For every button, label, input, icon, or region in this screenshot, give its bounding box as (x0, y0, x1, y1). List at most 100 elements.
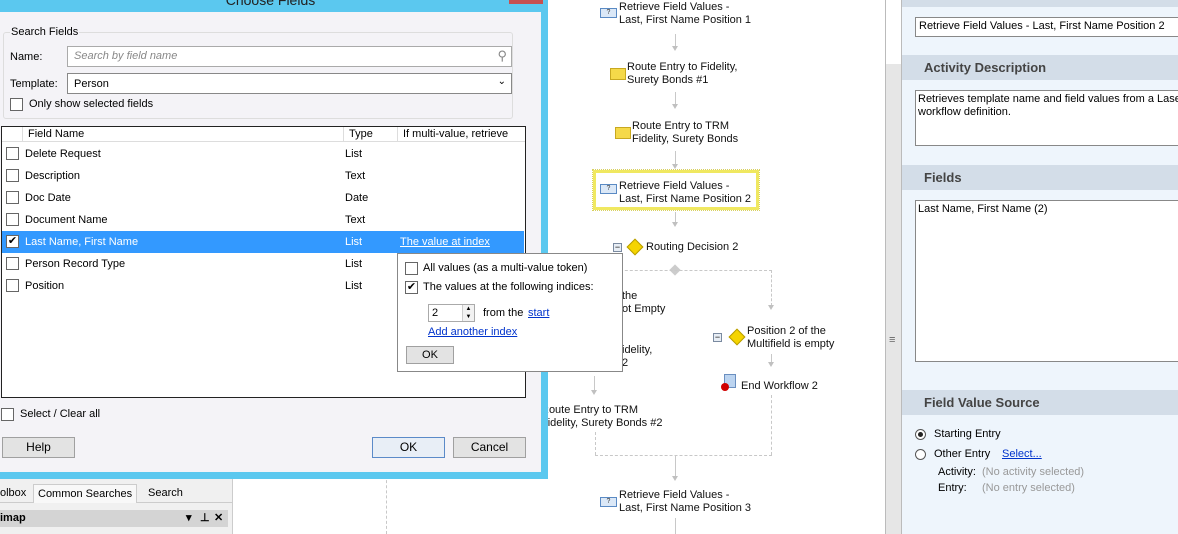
search-input[interactable]: Search by field name ⚲ (67, 46, 512, 67)
close-icon[interactable]: ✕ (214, 510, 223, 527)
collapse-icon[interactable]: − (613, 243, 622, 252)
table-row[interactable]: Description Text (2, 165, 524, 187)
help-button[interactable]: Help (2, 437, 75, 458)
field-name: Doc Date (25, 192, 71, 204)
select-link[interactable]: Select... (1002, 448, 1042, 460)
collapse-icon[interactable]: − (713, 333, 722, 342)
field-type: List (345, 280, 363, 292)
properties-panel: Retrieve Field Values - Last, First Name… (902, 0, 1178, 534)
folder-icon (615, 127, 631, 139)
table-row[interactable]: Document Name Text (2, 209, 524, 231)
add-index-link[interactable]: Add another index (428, 326, 517, 338)
branch-label[interactable]: the ot Empty (622, 290, 665, 316)
indices-checkbox[interactable]: ✔ (405, 281, 418, 294)
dropdown-icon[interactable]: ▾ (186, 510, 192, 527)
tab-search[interactable]: Search (148, 487, 183, 499)
row-checkbox[interactable] (6, 257, 19, 270)
row-checkbox[interactable] (6, 213, 19, 226)
table-row[interactable]: Doc Date Date (2, 187, 524, 209)
branch-node[interactable]: idelity, 2 (622, 344, 652, 370)
section-header: Fields (902, 165, 1178, 190)
panel-title: imap (0, 512, 26, 524)
row-checkbox[interactable]: ✔ (6, 235, 19, 248)
index-stepper[interactable]: 2 ▲ ▼ (428, 304, 475, 322)
entry-value: (No entry selected) (982, 482, 1075, 494)
row-checkbox[interactable] (6, 279, 19, 292)
starting-entry-radio[interactable] (915, 429, 926, 440)
all-values-label: All values (as a multi-value token) (423, 262, 588, 274)
field-name: Person Record Type (25, 258, 126, 270)
activity-node[interactable]: Route Entry to TRM Fidelity, Surety Bonds (632, 120, 738, 146)
field-type: Text (345, 170, 366, 182)
close-button[interactable] (509, 0, 543, 4)
select-all-label: Select / Clear all (20, 408, 101, 420)
only-selected-label: Only show selected fields (29, 98, 154, 110)
activity-node[interactable]: Route Entry to TRM Fidelity, Surety Bonds… (541, 404, 662, 430)
only-selected-checkbox[interactable] (10, 98, 23, 111)
other-entry-label[interactable]: Other Entry (934, 448, 990, 460)
choose-fields-dialog: Choose Fields Search Fields Name: Search… (0, 0, 548, 479)
start-link[interactable]: start (528, 307, 549, 319)
row-checkbox[interactable] (6, 169, 19, 182)
indices-label: The values at the following indices: (423, 281, 594, 293)
activity-node[interactable]: Route Entry to Fidelity, Surety Bonds #1 (627, 61, 737, 87)
field-name: Last Name, First Name (25, 236, 139, 248)
select-all-checkbox[interactable] (1, 408, 14, 421)
grip-icon[interactable]: ≡ (889, 334, 895, 346)
row-checkbox[interactable] (6, 191, 19, 204)
popup-ok-button[interactable]: OK (406, 346, 454, 364)
table-header: Field Name Type If multi-value, retrieve (2, 127, 525, 142)
field-type: Text (345, 214, 366, 226)
template-select[interactable]: Person ⌄ (67, 73, 512, 94)
selected-activity-label: Retrieve Field Values - Last, First Name … (619, 180, 752, 205)
table-row[interactable]: Delete Request List (2, 143, 524, 165)
section-header: Field Value Source (902, 390, 1178, 415)
fields-list[interactable]: Last Name, First Name (2) (915, 200, 1178, 362)
field-name: Delete Request (25, 148, 101, 160)
group-label: Search Fields (10, 26, 80, 38)
from-the-label: from the (483, 307, 524, 319)
field-type: List (345, 258, 363, 270)
tab-toolbox[interactable]: olbox (0, 487, 26, 499)
spin-buttons-icon[interactable]: ▲ ▼ (462, 305, 474, 321)
field-type: Date (345, 192, 369, 204)
activity-value: (No activity selected) (982, 466, 1085, 478)
entry-label: Entry: (938, 482, 967, 494)
name-label: Name: (10, 51, 43, 63)
field-type: List (345, 148, 363, 160)
splitter[interactable]: ≡ (885, 0, 902, 534)
activity-name-input[interactable]: Retrieve Field Values - Last, First Name… (915, 17, 1178, 37)
field-name: Document Name (25, 214, 108, 226)
retrieve-field-values-icon: ? (600, 8, 617, 18)
branch-label[interactable]: Position 2 of the Multifield is empty (747, 325, 834, 351)
all-values-checkbox[interactable] (405, 262, 418, 275)
dialog-title: Choose Fields (225, 0, 316, 8)
activity-label: Activity: (938, 466, 976, 478)
retrieve-field-values-icon: ? (600, 184, 617, 194)
table-row[interactable]: ✔ Last Name, First Name List The value a… (2, 231, 524, 253)
other-entry-radio[interactable] (915, 449, 926, 460)
tab-common-searches[interactable]: Common Searches (33, 484, 138, 503)
end-workflow-node[interactable]: End Workflow 2 (741, 380, 818, 393)
retrieve-field-values-icon: ? (600, 497, 617, 507)
retrieve-link[interactable]: The value at index (400, 236, 490, 248)
search-icon[interactable]: ⚲ (497, 48, 507, 64)
retrieve-options-popup: All values (as a multi-value token) ✔ Th… (397, 253, 623, 372)
row-checkbox[interactable] (6, 147, 19, 160)
cancel-button[interactable]: Cancel (453, 437, 526, 458)
decision-node[interactable]: Routing Decision 2 (646, 241, 738, 254)
field-name: Description (25, 170, 81, 182)
activity-node[interactable]: Retrieve Field Values - Last, First Name … (619, 1, 751, 27)
activity-description-input[interactable]: Retrieves template name and field values… (915, 90, 1178, 146)
chevron-down-icon[interactable]: ⌄ (498, 76, 506, 87)
field-type: List (345, 236, 363, 248)
activity-node[interactable]: Retrieve Field Values - Last, First Name … (619, 489, 751, 515)
starting-entry-label[interactable]: Starting Entry (934, 428, 1001, 440)
template-label: Template: (10, 78, 58, 90)
pin-icon[interactable]: ⊥ (200, 510, 210, 527)
panel-tabs: olbox Common Searches Search (0, 484, 232, 503)
canvas-guide (386, 470, 387, 534)
section-header: Activity Description (902, 55, 1178, 80)
field-name: Position (25, 280, 65, 292)
ok-button[interactable]: OK (372, 437, 445, 458)
